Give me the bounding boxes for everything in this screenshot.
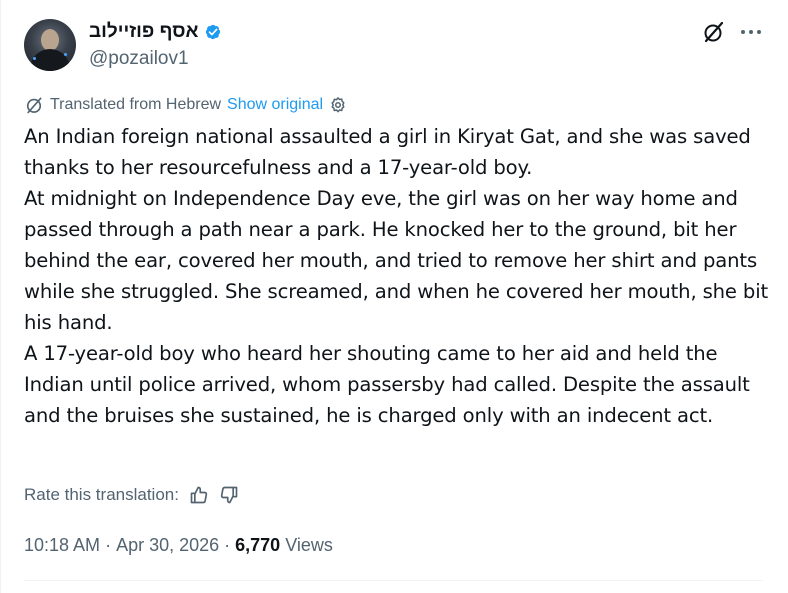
meta-separator: · — [105, 535, 112, 555]
thumbs-down-icon[interactable] — [219, 485, 239, 505]
tweet-card: אסף פוזיילוב @pozailov1 Translated from … — [0, 0, 786, 593]
translation-notice: Translated from Hebrew Show original — [24, 95, 347, 115]
views-label: Views — [285, 535, 333, 555]
grok-slash-icon[interactable] — [702, 20, 726, 44]
tweet-paragraph: An Indian foreign national assaulted a g… — [24, 125, 751, 179]
tweet-text: An Indian foreign national assaulted a g… — [24, 121, 769, 431]
tweet-time[interactable]: 10:18 AM — [24, 535, 100, 556]
thumbs-up-icon[interactable] — [189, 485, 209, 505]
author-handle[interactable]: @pozailov1 — [89, 48, 189, 70]
tweet-date[interactable]: Apr 30, 2026 — [116, 535, 219, 556]
show-original-link[interactable]: Show original — [227, 96, 323, 114]
avatar-head — [41, 29, 59, 51]
meta-separator: · — [224, 535, 231, 555]
rate-translation-label: Rate this translation: — [24, 485, 179, 504]
translate-icon — [24, 95, 44, 115]
avatar-light — [33, 57, 36, 60]
divider — [24, 580, 763, 581]
verified-badge-icon[interactable] — [203, 22, 223, 42]
tweet-paragraph: At midnight on Independence Day eve, the… — [24, 187, 769, 334]
avatar[interactable] — [24, 19, 76, 71]
more-dots-icon[interactable] — [740, 28, 762, 36]
tweet-paragraph: A 17-year-old boy who heard her shouting… — [24, 342, 750, 427]
gear-icon[interactable] — [329, 96, 347, 114]
author-display-name[interactable]: אסף פוזיילוב — [89, 21, 198, 43]
tweet-meta: 10:18 AM · Apr 30, 2026 · 6,770 Views — [24, 535, 333, 556]
translated-from-label: Translated from Hebrew — [50, 96, 222, 113]
avatar-light — [64, 53, 67, 56]
tweet-actions-top — [702, 20, 762, 44]
author-name-row: אסף פוזיילוב — [89, 21, 223, 43]
views-count: 6,770 — [235, 535, 281, 555]
rate-translation-row: Rate this translation: — [24, 485, 239, 505]
